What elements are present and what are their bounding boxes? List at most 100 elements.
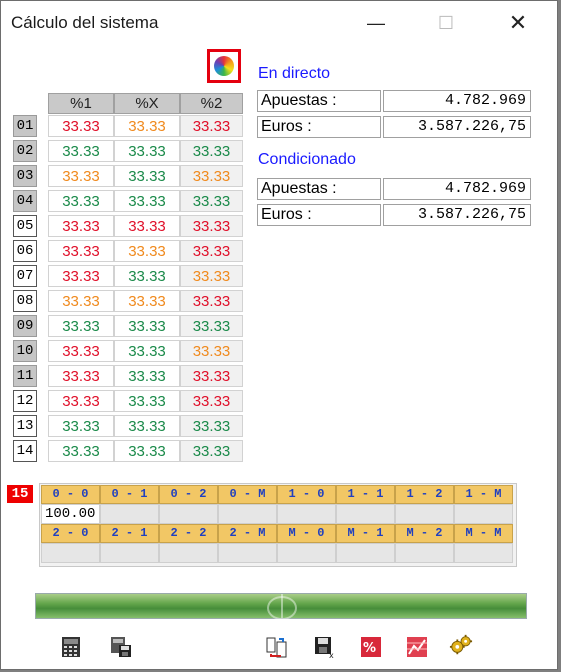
pleno-value-cell[interactable] xyxy=(218,543,277,563)
row-label-05: 05 xyxy=(13,215,37,237)
pleno-value-cell[interactable]: 100.00 xyxy=(41,504,100,524)
percent-cell[interactable]: 33.33 xyxy=(48,340,114,362)
row-label-03: 03 xyxy=(13,165,37,187)
minimize-button[interactable]: — xyxy=(353,1,399,45)
row-label-02: 02 xyxy=(13,140,37,162)
percent-cell[interactable]: 33.33 xyxy=(48,390,114,412)
pleno-value-cell[interactable] xyxy=(277,504,336,524)
percent-cell[interactable]: 33.33 xyxy=(48,415,114,437)
percent-cell[interactable]: 33.33 xyxy=(114,440,180,462)
pleno-value-cell[interactable] xyxy=(395,504,454,524)
percent-cell[interactable]: 33.33 xyxy=(48,365,114,387)
maximize-button[interactable]: ☐ xyxy=(423,1,469,45)
percent-cell[interactable]: 33.33 xyxy=(48,290,114,312)
percent-cell[interactable]: 33.33 xyxy=(180,440,243,462)
pleno-value-cell[interactable] xyxy=(336,543,395,563)
row-label-06: 06 xyxy=(13,240,37,262)
percent-cell[interactable]: 33.33 xyxy=(180,240,243,262)
pleno-header: 2 - 2 xyxy=(159,524,218,543)
percent-cell[interactable]: 33.33 xyxy=(114,390,180,412)
row-label-01: 01 xyxy=(13,115,37,137)
pleno-header: 0 - 2 xyxy=(159,485,218,504)
percent-cell[interactable]: 33.33 xyxy=(48,440,114,462)
close-button[interactable]: ✕ xyxy=(495,1,541,45)
percent-cell[interactable]: 33.33 xyxy=(180,215,243,237)
main-window: Cálculo del sistema — ☐ ✕ %1 %X %2 01 33.… xyxy=(0,0,558,670)
percent-cell[interactable]: 33.33 xyxy=(114,265,180,287)
pleno-header: 1 - 1 xyxy=(336,485,395,504)
percent-cell[interactable]: 33.33 xyxy=(180,165,243,187)
window-title: Cálculo del sistema xyxy=(11,13,159,32)
pleno-value-cell[interactable] xyxy=(218,504,277,524)
percent-cell[interactable]: 33.33 xyxy=(48,165,114,187)
row-label-11: 11 xyxy=(13,365,37,387)
percent-cell[interactable]: 33.33 xyxy=(180,190,243,212)
percent-cell[interactable]: 33.33 xyxy=(114,340,180,362)
pleno-value-cell[interactable] xyxy=(159,543,218,563)
percent-cell[interactable]: 33.33 xyxy=(180,290,243,312)
pleno-value-cell[interactable] xyxy=(100,543,159,563)
pleno-value-cell[interactable] xyxy=(454,543,513,563)
row-label-13: 13 xyxy=(13,415,37,437)
swap-icon[interactable] xyxy=(265,635,289,659)
percent-cell[interactable]: 33.33 xyxy=(48,140,114,162)
percent-cell[interactable]: 33.33 xyxy=(114,140,180,162)
save-grid-icon[interactable] xyxy=(109,635,133,659)
apuestas-label: Apuestas : xyxy=(257,90,381,112)
percent-cell[interactable]: 33.33 xyxy=(114,415,180,437)
pleno-header: 0 - 0 xyxy=(41,485,100,504)
pleno-header: 2 - 0 xyxy=(41,524,100,543)
percent-cell[interactable]: 33.33 xyxy=(180,415,243,437)
pleno-value-cell[interactable] xyxy=(336,504,395,524)
percent-cell[interactable]: 33.33 xyxy=(114,190,180,212)
percent-icon[interactable]: % xyxy=(359,635,383,659)
row-label-14: 14 xyxy=(13,440,37,462)
pleno-value-cell[interactable] xyxy=(100,504,159,524)
title-bar[interactable]: Cálculo del sistema — ☐ ✕ xyxy=(1,1,557,45)
percent-cell[interactable]: 33.33 xyxy=(48,190,114,212)
football-field-bar xyxy=(35,593,527,620)
pleno-value-cell[interactable] xyxy=(395,543,454,563)
percent-cell[interactable]: 33.33 xyxy=(180,140,243,162)
client-area: %1 %X %2 01 33.33 33.33 33.33 02 33.33 33.33 33… xyxy=(1,45,557,669)
cond-euros-label: Euros : xyxy=(257,204,381,226)
percent-cell[interactable]: 33.33 xyxy=(48,265,114,287)
percent-cell[interactable]: 33.33 xyxy=(48,240,114,262)
percent-cell[interactable]: 33.33 xyxy=(180,315,243,337)
percent-cell[interactable]: 33.33 xyxy=(180,265,243,287)
percent-cell[interactable]: 33.33 xyxy=(180,365,243,387)
percent-cell[interactable]: 33.33 xyxy=(114,365,180,387)
calculator-icon[interactable] xyxy=(59,635,83,659)
pleno-header: 2 - 1 xyxy=(100,524,159,543)
percent-cell[interactable]: 33.33 xyxy=(48,315,114,337)
pleno-value-cell[interactable] xyxy=(159,504,218,524)
pleno-header: M - M xyxy=(454,524,513,543)
percent-cell[interactable]: 33.33 xyxy=(180,390,243,412)
pleno-header: 0 - 1 xyxy=(100,485,159,504)
save-as-icon[interactable]: x xyxy=(313,635,337,659)
percent-cell[interactable]: 33.33 xyxy=(180,115,243,137)
pleno-value-cell[interactable] xyxy=(41,543,100,563)
percent-cell[interactable]: 33.33 xyxy=(114,115,180,137)
percent-cell[interactable]: 33.33 xyxy=(114,290,180,312)
color-palette-button[interactable] xyxy=(207,49,241,83)
cond-euros-value: 3.587.226,75 xyxy=(383,204,531,226)
pleno-value-cell[interactable] xyxy=(277,543,336,563)
pleno-value-cell[interactable] xyxy=(454,504,513,524)
percent-cell[interactable]: 33.33 xyxy=(114,240,180,262)
row-label-12: 12 xyxy=(13,390,37,412)
euros-value: 3.587.226,75 xyxy=(383,116,531,138)
apuestas-value: 4.782.969 xyxy=(383,90,531,112)
column-header-2: %2 xyxy=(180,93,243,114)
percent-cell[interactable]: 33.33 xyxy=(48,115,114,137)
chart-icon[interactable] xyxy=(405,635,429,659)
percent-cell[interactable]: 33.33 xyxy=(180,340,243,362)
percent-cell[interactable]: 33.33 xyxy=(114,315,180,337)
gears-icon[interactable] xyxy=(449,633,473,657)
percent-cell[interactable]: 33.33 xyxy=(48,215,114,237)
pleno-15-badge: 15 xyxy=(7,485,33,503)
percent-cell[interactable]: 33.33 xyxy=(114,165,180,187)
row-label-07: 07 xyxy=(13,265,37,287)
percent-cell[interactable]: 33.33 xyxy=(114,215,180,237)
pleno-header: 1 - M xyxy=(454,485,513,504)
